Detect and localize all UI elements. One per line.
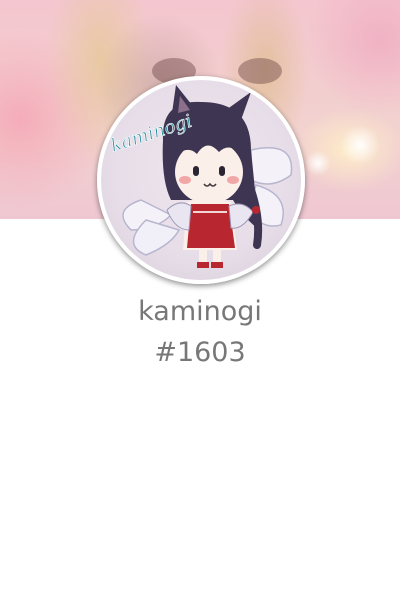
cover-art-detail bbox=[305, 150, 331, 176]
username: kaminogi bbox=[138, 296, 262, 327]
user-number: #1603 bbox=[154, 337, 246, 368]
cover-art-detail bbox=[340, 125, 380, 165]
avatar[interactable]: kaminogi bbox=[97, 76, 305, 284]
profile-card: kaminogi kaminogi #1603 bbox=[0, 0, 400, 600]
avatar-illustration: kaminogi bbox=[108, 85, 293, 268]
cover-art-detail bbox=[238, 58, 282, 84]
